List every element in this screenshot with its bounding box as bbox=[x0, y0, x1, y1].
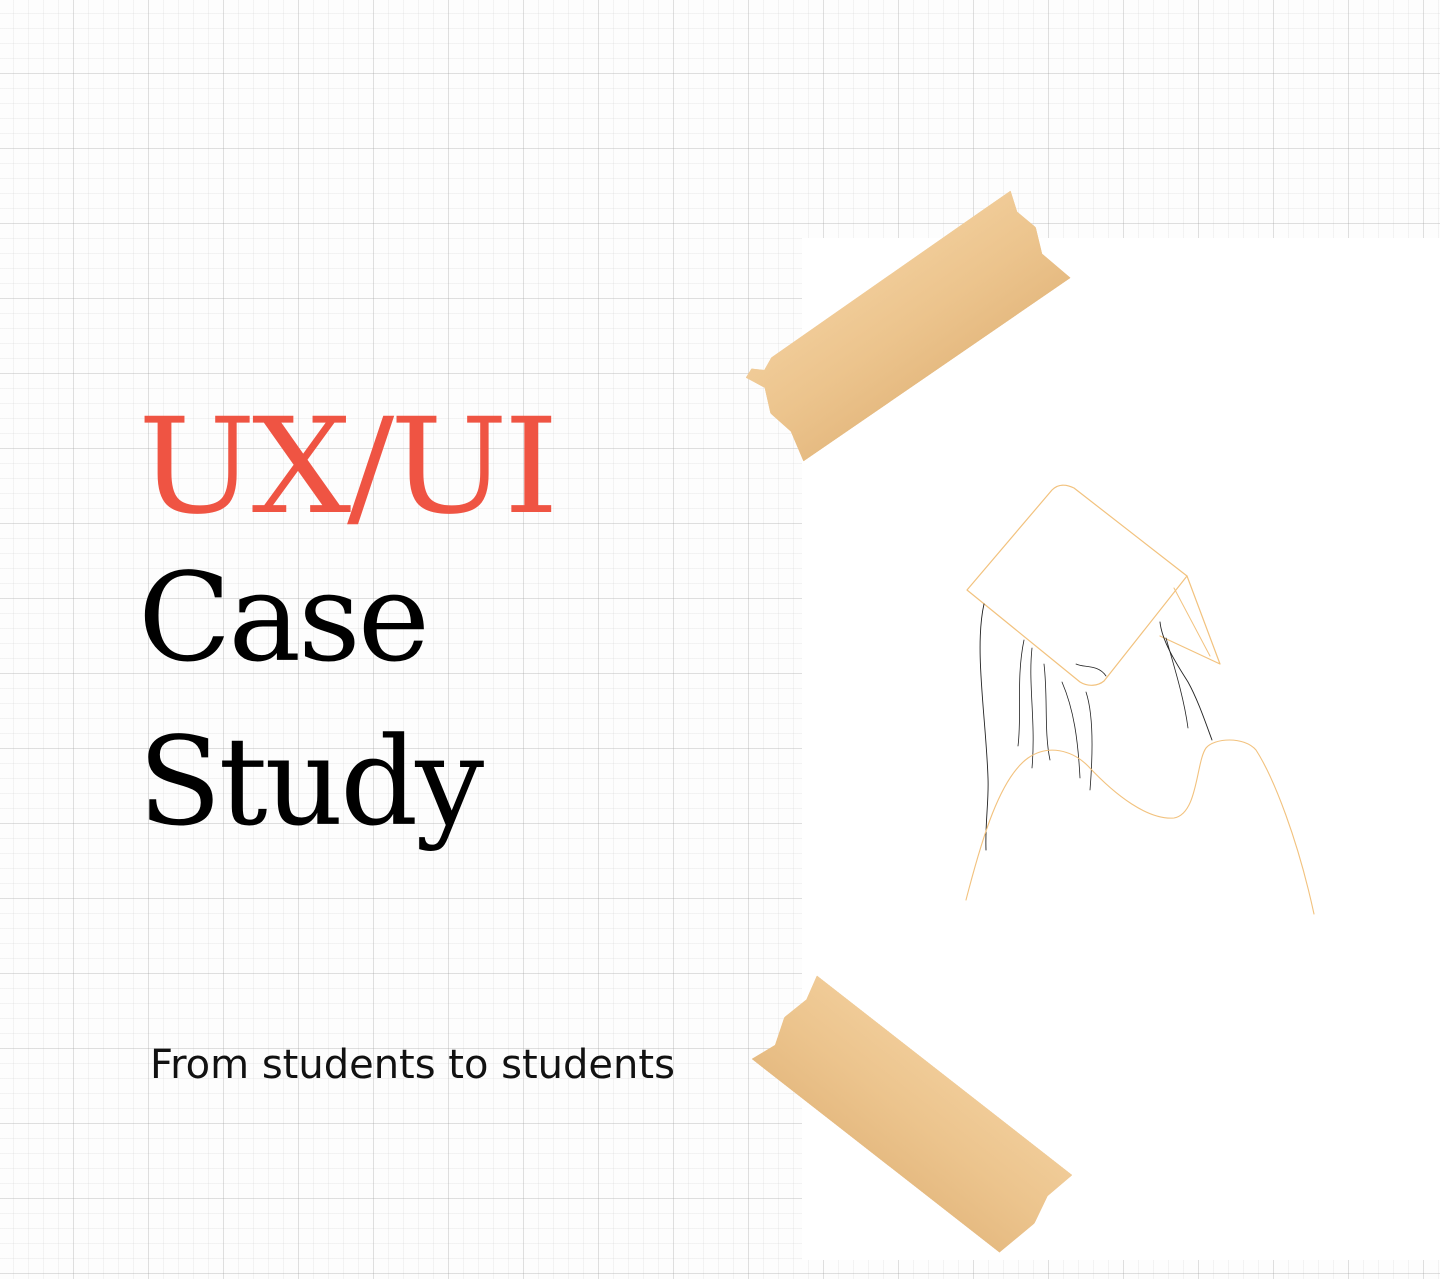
body-outline-left bbox=[965, 739, 1315, 915]
hair-strand bbox=[1061, 681, 1081, 779]
cover-subtitle: From students to students bbox=[150, 1042, 675, 1088]
hair-outline-left bbox=[979, 603, 989, 851]
hair-strand bbox=[1043, 663, 1051, 761]
hair-strand bbox=[1075, 663, 1107, 677]
hair-strand bbox=[1165, 637, 1189, 729]
hair-strand bbox=[1030, 647, 1034, 769]
book-cover-back bbox=[1159, 575, 1221, 665]
hair-strand bbox=[1017, 639, 1025, 747]
title-accent-line: UX/UI bbox=[138, 390, 559, 544]
cover-title: UX/UI Case Study bbox=[138, 392, 559, 870]
reading-person-illustration bbox=[965, 484, 1315, 915]
book-cover-front bbox=[966, 484, 1188, 686]
title-line-case: Case bbox=[138, 547, 430, 689]
hair-strand bbox=[1085, 691, 1093, 791]
title-line-study: Study bbox=[138, 711, 484, 853]
cover-page: UX/UI Case Study From students to studen… bbox=[0, 0, 1440, 1279]
